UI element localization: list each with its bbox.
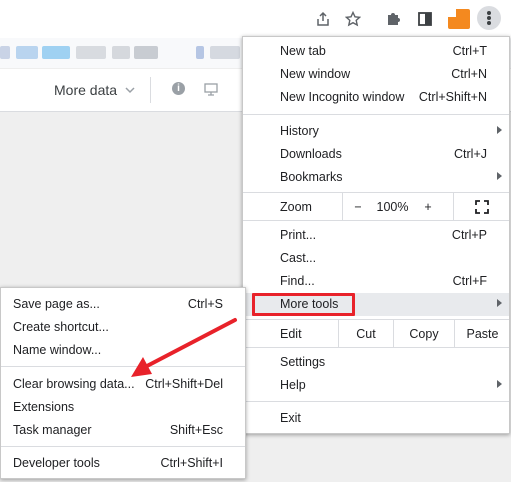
menu-separator (243, 347, 509, 348)
print-label: Print... (280, 228, 317, 242)
bookmark-star-icon[interactable] (342, 8, 364, 30)
fullscreen-button[interactable] (453, 193, 510, 220)
zoom-row: Zoom − 100% + (243, 193, 509, 220)
menu-item-help[interactable]: Help (243, 374, 509, 397)
menu-item-more-tools[interactable]: More tools (243, 293, 509, 316)
submenu-arrow-icon (497, 126, 502, 134)
submenu-item-clear-browsing-data[interactable]: Clear browsing data... Ctrl+Shift+Del (1, 373, 245, 396)
zoom-value: 100% (376, 199, 409, 214)
present-icon[interactable] (204, 82, 218, 96)
submenu-item-name-window[interactable]: Name window... (1, 339, 245, 362)
paste-button[interactable]: Paste (454, 320, 510, 347)
new-tab-shortcut: Ctrl+T (452, 44, 487, 58)
menu-item-bookmarks[interactable]: Bookmarks (243, 166, 509, 189)
more-data-dropdown[interactable]: More data (54, 82, 136, 98)
copy-button[interactable]: Copy (393, 320, 454, 347)
history-label: History (280, 124, 319, 138)
submenu-arrow-icon (497, 380, 502, 388)
menu-item-new-window[interactable]: New window Ctrl+N (243, 63, 509, 86)
zoom-out-button[interactable]: − (342, 193, 373, 220)
share-icon[interactable] (312, 8, 334, 30)
info-icon[interactable]: i (172, 82, 185, 95)
extensions-label: Extensions (13, 400, 75, 414)
side-panel-icon[interactable] (414, 8, 436, 30)
extensions-puzzle-icon[interactable] (382, 8, 404, 30)
divider (150, 77, 151, 103)
settings-label: Settings (280, 355, 326, 369)
find-shortcut: Ctrl+F (452, 274, 487, 288)
submenu-arrow-icon (497, 299, 502, 307)
developer-tools-label: Developer tools (13, 456, 100, 470)
find-label: Find... (280, 274, 315, 288)
name-window-label: Name window... (13, 343, 102, 357)
new-window-label: New window (280, 67, 351, 81)
zoom-in-button[interactable]: + (413, 193, 443, 220)
profile-avatar[interactable] (448, 9, 470, 29)
edit-label: Edit (280, 327, 302, 341)
clear-browsing-shortcut: Ctrl+Shift+Del (145, 377, 223, 391)
cast-label: Cast... (280, 251, 317, 265)
help-label: Help (280, 378, 306, 392)
more-tools-label: More tools (280, 297, 339, 311)
new-window-shortcut: Ctrl+N (451, 67, 487, 81)
new-tab-label: New tab (280, 44, 326, 58)
copy-label: Copy (409, 326, 439, 341)
zoom-label: Zoom (280, 200, 312, 214)
menu-item-cast[interactable]: Cast... (243, 247, 509, 270)
menu-item-settings[interactable]: Settings (243, 351, 509, 374)
submenu-item-task-manager[interactable]: Task manager Shift+Esc (1, 419, 245, 442)
menu-item-history[interactable]: History (243, 120, 509, 143)
submenu-item-developer-tools[interactable]: Developer tools Ctrl+Shift+I (1, 452, 245, 475)
bookmarks-label: Bookmarks (280, 170, 343, 184)
menu-item-print[interactable]: Print... Ctrl+P (243, 224, 509, 247)
exit-label: Exit (280, 411, 301, 425)
downloads-label: Downloads (280, 147, 342, 161)
create-shortcut-label: Create shortcut... (13, 320, 109, 334)
submenu-item-extensions[interactable]: Extensions (1, 396, 245, 419)
more-tools-submenu: Save page as... Ctrl+S Create shortcut..… (0, 287, 246, 479)
clear-browsing-label: Clear browsing data... (13, 377, 135, 391)
chevron-down-icon (125, 87, 135, 94)
zoom-out-label: − (354, 199, 362, 214)
menu-separator (243, 401, 509, 402)
submenu-item-create-shortcut[interactable]: Create shortcut... (1, 316, 245, 339)
print-shortcut: Ctrl+P (451, 228, 487, 242)
submenu-arrow-icon (497, 172, 502, 180)
submenu-item-save-page[interactable]: Save page as... Ctrl+S (1, 293, 245, 316)
menu-separator (1, 446, 245, 447)
fullscreen-icon (475, 199, 489, 214)
downloads-shortcut: Ctrl+J (454, 147, 487, 161)
menu-item-new-incognito[interactable]: New Incognito window Ctrl+Shift+N (243, 86, 509, 109)
task-manager-label: Task manager (13, 423, 92, 437)
menu-item-find[interactable]: Find... Ctrl+F (243, 270, 509, 293)
zoom-in-label: + (424, 199, 432, 214)
menu-separator (1, 366, 245, 367)
menu-item-exit[interactable]: Exit (243, 407, 509, 430)
cut-label: Cut (356, 326, 376, 341)
task-manager-shortcut: Shift+Esc (169, 423, 223, 437)
more-data-label: More data (54, 82, 118, 98)
new-incognito-shortcut: Ctrl+Shift+N (418, 90, 487, 104)
save-page-shortcut: Ctrl+S (187, 297, 223, 311)
menu-separator (243, 220, 509, 221)
paste-label: Paste (466, 326, 499, 341)
chrome-main-menu: New tab Ctrl+T New window Ctrl+N New Inc… (242, 36, 510, 434)
menu-separator (243, 114, 509, 115)
menu-item-downloads[interactable]: Downloads Ctrl+J (243, 143, 509, 166)
new-incognito-label: New Incognito window (280, 90, 405, 104)
save-page-label: Save page as... (13, 297, 100, 311)
cut-button[interactable]: Cut (338, 320, 393, 347)
zoom-level: 100% (373, 193, 412, 220)
menu-item-new-tab[interactable]: New tab Ctrl+T (243, 40, 509, 63)
edit-row: Edit Cut Copy Paste (243, 320, 509, 347)
developer-tools-shortcut: Ctrl+Shift+I (160, 456, 223, 470)
browser-toolbar (0, 0, 511, 38)
kebab-menu-icon[interactable] (477, 6, 501, 30)
